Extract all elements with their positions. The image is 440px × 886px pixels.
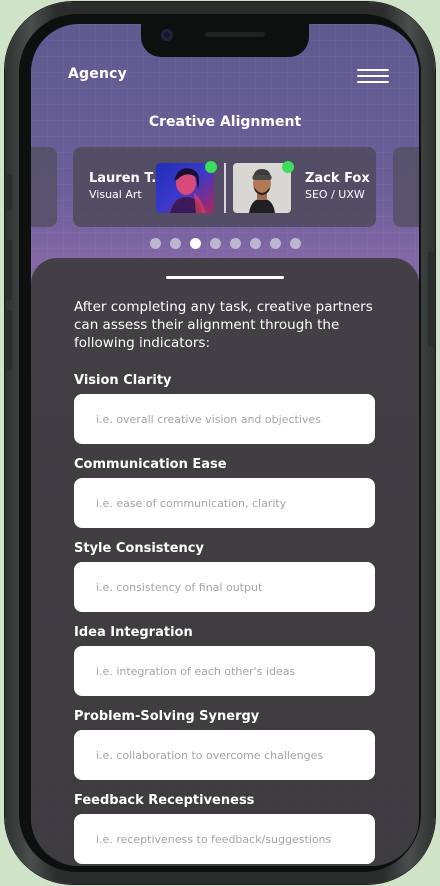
field-label: Vision Clarity [74, 373, 172, 388]
partner-role: Visual Art [89, 188, 142, 201]
previous-card[interactable] [31, 147, 57, 227]
intro-text: After completing any task, creative part… [74, 299, 373, 351]
page-dot[interactable] [209, 238, 221, 249]
section-title: Creative Alignment [148, 114, 302, 130]
indicator-field: Communication Ease [74, 456, 375, 528]
page-dot[interactable] [269, 238, 281, 249]
indicator-field: Problem-Solving Synergy [74, 708, 375, 780]
field-label: Feedback Receptiveness [74, 793, 255, 808]
field-label: Communication Ease [74, 457, 227, 472]
indicator-form: Vision Clarity Communication Ease Style … [74, 372, 375, 866]
front-camera-icon [161, 29, 173, 41]
field-label: Idea Integration [74, 625, 193, 640]
partner-name: Zack Fox [305, 171, 370, 186]
indicator-field: Feedback Receptiveness [74, 792, 375, 864]
indicator-field: Style Consistency [74, 540, 375, 612]
volume-up-button [6, 240, 12, 300]
partner-role: SEO / UXW [305, 188, 365, 201]
hamburger-menu-icon[interactable] [357, 67, 391, 85]
drag-handle[interactable] [166, 276, 284, 279]
page-dot[interactable] [149, 238, 161, 249]
field-label: Style Consistency [74, 541, 204, 556]
style-consistency-input[interactable] [74, 562, 375, 612]
feedback-receptiveness-input[interactable] [74, 814, 375, 864]
indicator-field: Vision Clarity [74, 372, 375, 444]
card-divider [224, 163, 226, 213]
volume-down-button [6, 310, 12, 370]
field-label: Problem-Solving Synergy [74, 709, 260, 724]
page-dot-active[interactable] [189, 238, 201, 249]
top-bar: Agency [68, 66, 391, 92]
phone-frame: Agency Creative Alignment Lauren T. Visu… [5, 2, 435, 884]
silent-switch [6, 174, 12, 210]
power-button [428, 252, 434, 347]
online-status-dot [205, 161, 217, 173]
partner-name: Lauren T. [89, 171, 157, 186]
communication-ease-input[interactable] [74, 478, 375, 528]
problem-solving-synergy-input[interactable] [74, 730, 375, 780]
assessment-sheet: After completing any task, creative part… [31, 258, 419, 866]
screen: Agency Creative Alignment Lauren T. Visu… [31, 24, 419, 866]
idea-integration-input[interactable] [74, 646, 375, 696]
page-dot[interactable] [249, 238, 261, 249]
speaker-grille [205, 32, 265, 37]
page-dot[interactable] [289, 238, 301, 249]
vision-clarity-input[interactable] [74, 394, 375, 444]
carousel-pagination [31, 238, 419, 249]
online-status-dot [282, 161, 294, 173]
brand-title: Agency [68, 66, 127, 82]
partner-carousel[interactable]: Lauren T. Visual Art Zack Fox SEO / UXW [31, 147, 419, 227]
indicator-field: Idea Integration [74, 624, 375, 696]
next-card[interactable] [393, 147, 419, 227]
page-dot[interactable] [169, 238, 181, 249]
page-dot[interactable] [229, 238, 241, 249]
partner-pair-card[interactable]: Lauren T. Visual Art Zack Fox SEO / UXW [73, 147, 376, 227]
notch [141, 24, 309, 57]
